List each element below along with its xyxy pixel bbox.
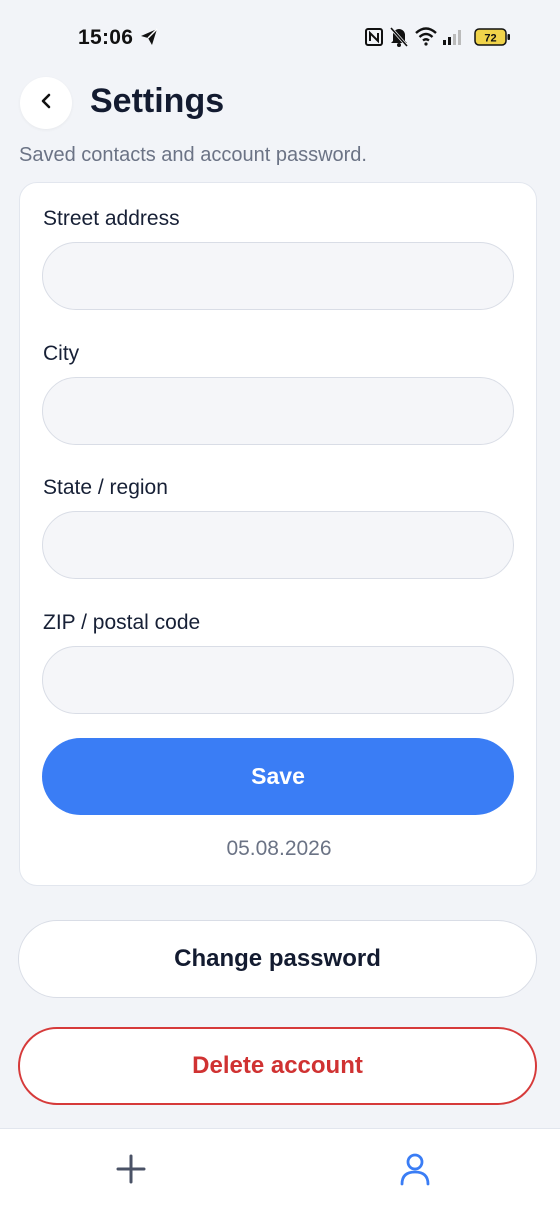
nav-item-profile[interactable]: [391, 1147, 439, 1195]
status-bar: 15:06 72: [0, 0, 560, 74]
battery-level: 72: [484, 33, 496, 45]
wifi-icon: [414, 26, 438, 51]
signal-icon: [442, 28, 464, 51]
street-address-input[interactable]: [42, 242, 514, 310]
bell-muted-icon: [389, 26, 409, 53]
save-button[interactable]: Save: [42, 738, 514, 815]
state-region-input[interactable]: [42, 511, 514, 579]
city-input[interactable]: [42, 377, 514, 445]
telegram-icon: [139, 27, 159, 52]
city-label: City: [43, 342, 80, 365]
settings-screen: 15:06 72 Settings Saved contacts and acc…: [0, 0, 560, 1206]
change-password-button[interactable]: Change password: [18, 920, 537, 998]
bottom-nav: [0, 1128, 560, 1206]
zip-postal-code-input[interactable]: [42, 646, 514, 714]
page-title: Settings: [90, 82, 225, 120]
zip-postal-code-label: ZIP / postal code: [43, 611, 201, 634]
chevron-left-icon: [39, 93, 53, 114]
saved-date: 05.08.2026: [226, 837, 332, 860]
battery-icon: 72: [474, 27, 512, 52]
nav-item-add[interactable]: [107, 1147, 155, 1195]
status-time: 15:06: [78, 26, 134, 49]
delete-account-button[interactable]: Delete account: [18, 1027, 537, 1105]
back-button[interactable]: [20, 77, 72, 129]
state-region-label: State / region: [43, 476, 168, 499]
page-subtitle: Saved contacts and account password.: [19, 144, 367, 166]
address-form-card: Street address City State / region ZIP /…: [19, 182, 537, 886]
plus-icon: [116, 1154, 146, 1189]
user-icon: [399, 1152, 431, 1191]
street-address-label: Street address: [43, 207, 180, 230]
nfc-icon: [364, 27, 384, 52]
